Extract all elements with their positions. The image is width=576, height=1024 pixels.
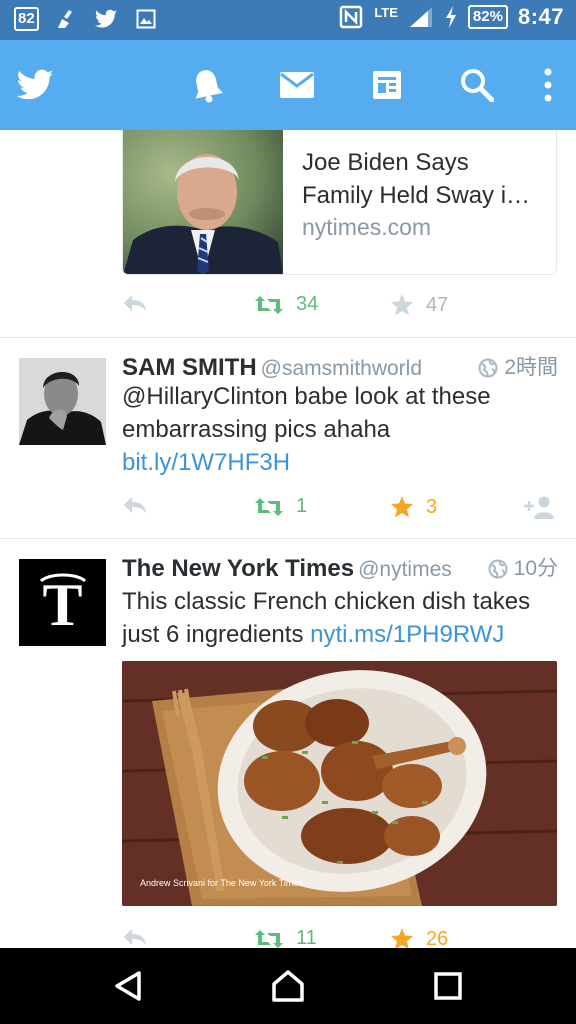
back-button[interactable] (110, 968, 146, 1004)
moments-icon[interactable] (364, 62, 410, 108)
display-name[interactable]: SAM SMITH (122, 354, 257, 381)
link-card[interactable]: Joe Biden Says Family Held Sway i… nytim… (122, 130, 557, 275)
retweet-button[interactable]: 11 (254, 927, 317, 948)
photo-credit: Andrew Scrivani for The New York Times (140, 878, 303, 888)
tweet-link[interactable]: bit.ly/1W7HF3H (122, 449, 290, 476)
like-button[interactable]: 47 (390, 293, 448, 317)
retweet-count: 34 (296, 293, 319, 315)
reply-button[interactable] (122, 927, 148, 947)
reply-icon (124, 929, 146, 945)
follow-user-icon (524, 496, 554, 519)
star-icon (391, 496, 413, 518)
reply-icon (124, 295, 146, 311)
follow-button[interactable] (522, 495, 556, 519)
display-name[interactable]: The New York Times (122, 555, 354, 582)
retweet-count: 11 (296, 927, 317, 948)
svg-text:T: T (42, 572, 82, 638)
recents-button[interactable] (430, 968, 466, 1004)
reply-button[interactable] (122, 495, 148, 515)
twitter-logo-icon[interactable] (12, 62, 58, 108)
broom-icon (53, 6, 79, 32)
charging-bolt-icon (444, 4, 458, 30)
reply-button[interactable] (122, 293, 148, 313)
time-ago: 2時間 (504, 356, 558, 379)
retweet-button[interactable]: 1 (254, 495, 307, 518)
tweet-link[interactable]: nyti.ms/1PH9RWJ (310, 621, 504, 648)
star-icon (391, 928, 413, 948)
network-type: LTE (374, 4, 398, 20)
messages-envelope-icon[interactable] (274, 62, 320, 108)
card-thumbnail (123, 130, 283, 274)
tweet-photo[interactable]: Andrew Scrivani for The New York Times (122, 661, 557, 906)
timestamp: 10分 (488, 554, 558, 584)
app-bar (0, 40, 576, 130)
retweet-icon (255, 497, 283, 516)
retweet-count: 1 (296, 495, 308, 517)
image-icon (133, 6, 159, 32)
status-bar: 82 LTE 82% 8:47 (0, 0, 576, 40)
like-count: 47 (426, 293, 449, 316)
timeline[interactable]: Joe Biden Says Family Held Sway i… nytim… (0, 130, 576, 948)
tweet-sam-smith[interactable]: SAM SMITH @samsmithworld 2時間 @HillaryClin… (0, 338, 576, 538)
reply-icon (124, 497, 146, 513)
star-icon (391, 294, 413, 316)
retweet-icon (255, 929, 283, 948)
card-domain: nytimes.com (302, 214, 432, 240)
like-button[interactable]: 3 (390, 495, 437, 519)
timestamp: 2時間 (478, 353, 558, 383)
like-count: 26 (426, 927, 449, 949)
battery-level: 82% (467, 5, 508, 29)
home-icon (272, 970, 304, 1002)
nfc-icon (338, 4, 364, 30)
avatar[interactable] (19, 358, 106, 445)
retweet-icon (255, 295, 283, 314)
notification-count-badge: 82 (14, 7, 39, 31)
signal-icon (408, 4, 434, 30)
card-title: Joe Biden Says Family Held Sway i… (302, 149, 531, 209)
retweet-button[interactable]: 34 (254, 293, 318, 316)
system-navigation-bar (0, 948, 576, 1024)
globe-icon (478, 358, 498, 378)
back-triangle-icon (115, 971, 141, 1001)
recents-square-icon (434, 972, 462, 1000)
screen-name[interactable]: @nytimes (358, 558, 452, 581)
time-ago: 10分 (513, 557, 558, 580)
search-icon[interactable] (454, 62, 500, 108)
avatar[interactable]: T (19, 559, 106, 646)
notifications-bell-icon[interactable] (184, 62, 230, 108)
tweet-text: This classic French chicken dish takes j… (122, 585, 562, 651)
screen-name[interactable]: @samsmithworld (261, 357, 422, 380)
tweet-nytimes[interactable]: T The New York Times @nytimes 10分 This cl… (0, 539, 576, 948)
tweet-actions: 34 47 (122, 293, 562, 323)
tweet-actions: 11 26 (122, 927, 562, 948)
home-button[interactable] (270, 968, 306, 1004)
clock: 8:47 (517, 4, 564, 29)
like-button[interactable]: 26 (390, 927, 448, 948)
tweet-body: @HillaryClinton babe look at these embar… (122, 383, 491, 443)
globe-icon (488, 559, 508, 579)
twitter-bird-icon (93, 6, 119, 32)
overflow-menu-icon[interactable] (526, 62, 570, 108)
like-count: 3 (426, 495, 438, 518)
tweet-text: @HillaryClinton babe look at these embar… (122, 380, 562, 479)
tweet-actions: 1 3 (122, 495, 562, 525)
